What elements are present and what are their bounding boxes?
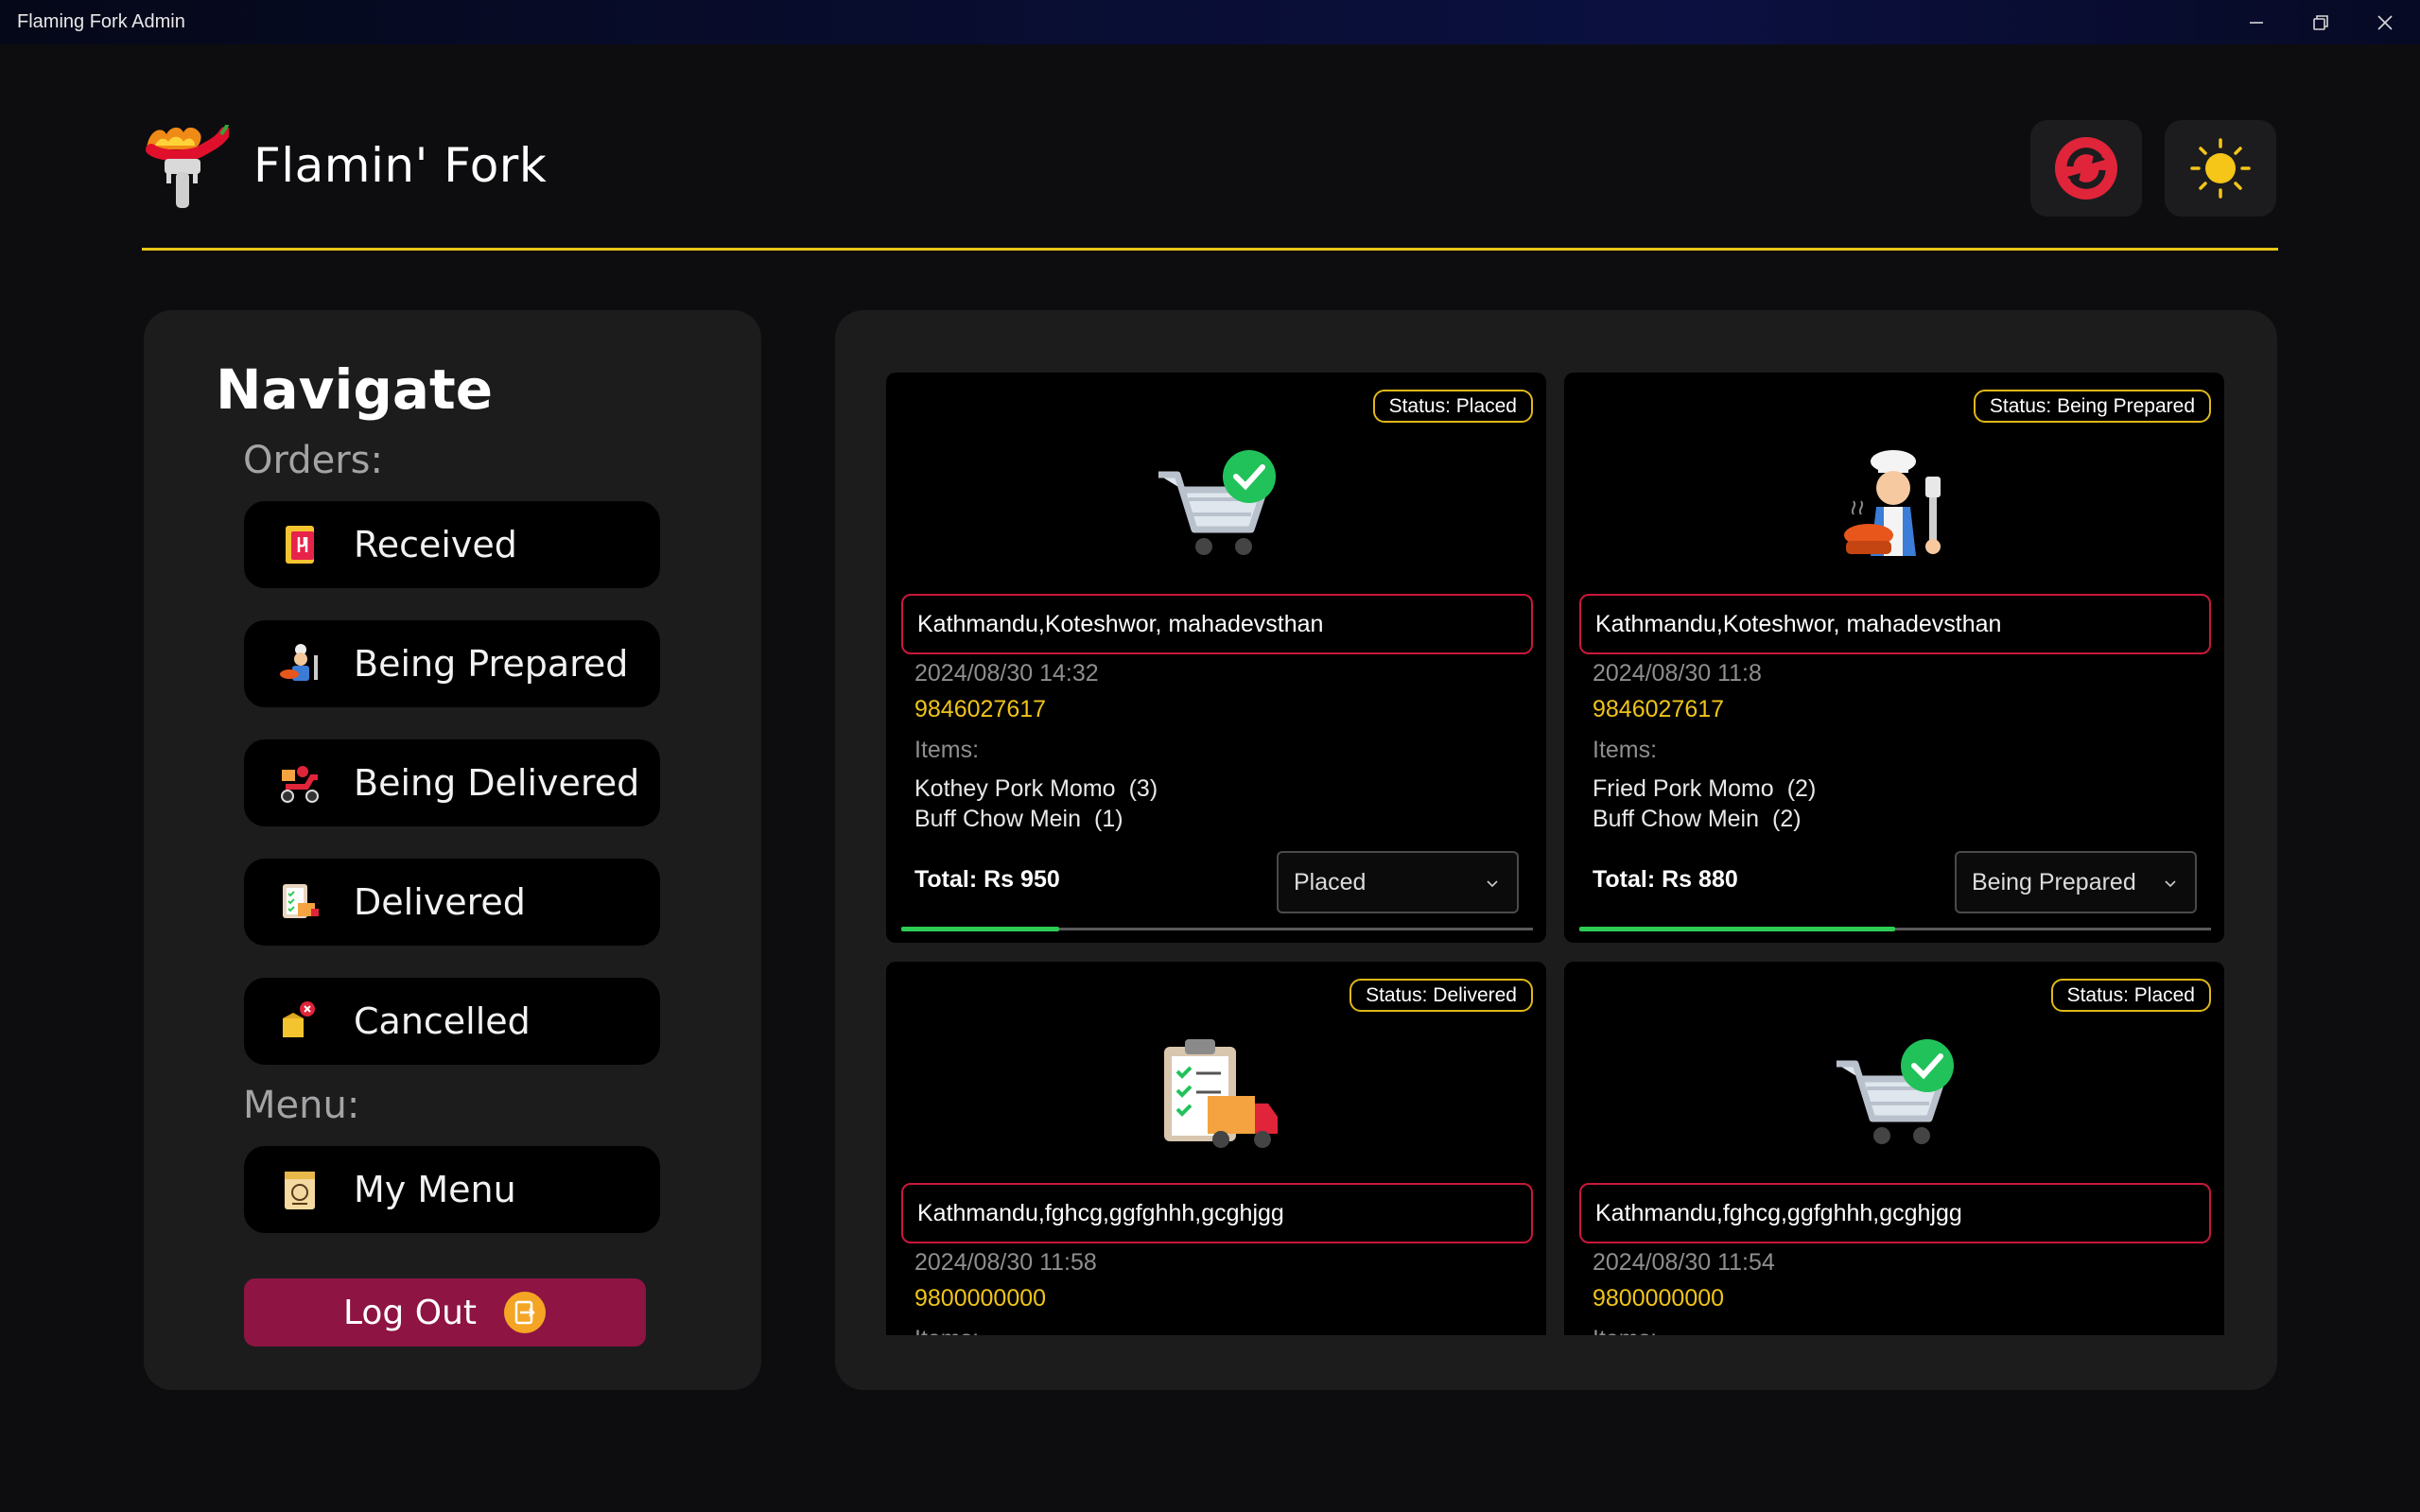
received-order-icon: [278, 523, 322, 566]
status-badge: Status: Delivered: [1349, 979, 1533, 1012]
orders-grid[interactable]: Status: Placed Kathmandu,Koteshwor, maha…: [886, 373, 2227, 1335]
order-progress-fill: [901, 927, 1059, 931]
sidebar-item-cancelled[interactable]: Cancelled: [244, 978, 660, 1065]
order-date: 2024/08/30 11:54: [1593, 1249, 1775, 1276]
order-address: Kathmandu,fghcg,ggfghhh,gcghjgg: [901, 1183, 1533, 1243]
delivered-clipboard-icon: [278, 880, 322, 924]
refresh-button[interactable]: [2030, 120, 2142, 217]
order-progress: [901, 927, 1533, 931]
cart-check-icon: [1829, 1037, 1961, 1156]
delivery-scooter-icon: [278, 761, 322, 805]
sidebar-item-label: Being Prepared: [354, 643, 629, 685]
theme-toggle-button[interactable]: [2165, 120, 2276, 217]
refresh-icon: [2055, 137, 2117, 200]
items-label: Items:: [914, 737, 980, 763]
status-badge: Status: Being Prepared: [1973, 390, 2211, 423]
header-divider: [142, 248, 2278, 251]
sidebar-item-label: Cancelled: [354, 1000, 531, 1042]
order-card: Status: Being Prepared Kathmandu,Koteshw…: [1564, 373, 2224, 943]
order-phone: 9846027617: [1593, 696, 1725, 722]
order-progress-fill: [1579, 927, 1895, 931]
sidebar-item-being-delivered[interactable]: Being Delivered: [244, 739, 660, 826]
cancelled-box-icon: [278, 999, 322, 1043]
order-address: Kathmandu,fghcg,ggfghhh,gcghjgg: [1579, 1183, 2211, 1243]
restore-icon: [2313, 14, 2328, 30]
menu-section-label: Menu:: [243, 1084, 360, 1127]
sidebar-item-my-menu[interactable]: My Menu: [244, 1146, 660, 1233]
logout-icon: [504, 1292, 546, 1333]
sidebar-item-label: Received: [354, 524, 517, 565]
order-card: Status: Placed Kathmandu,Koteshwor, maha…: [886, 373, 1546, 943]
sun-icon: [2190, 138, 2251, 199]
sidebar-item-label: Delivered: [354, 881, 526, 923]
order-address: Kathmandu,Koteshwor, mahadevsthan: [1579, 594, 2211, 654]
restore-button[interactable]: [2289, 0, 2353, 44]
order-item: Buff Chow Mein (1): [914, 806, 1123, 832]
window-titlebar: Flaming Fork Admin: [0, 0, 2420, 44]
order-address: Kathmandu,Koteshwor, mahadevsthan: [901, 594, 1533, 654]
logout-button[interactable]: Log Out: [244, 1278, 646, 1347]
items-label: Items:: [1593, 737, 1658, 763]
items-label: Items:: [1593, 1326, 1657, 1335]
chef-cooking-icon: [1829, 448, 1961, 566]
chevron-down-icon: [2165, 880, 2176, 888]
window-title: Flaming Fork Admin: [17, 11, 185, 32]
status-select-value: Placed: [1294, 868, 1367, 895]
order-date: 2024/08/30 14:32: [914, 660, 1099, 686]
sidebar-title: Navigate: [216, 357, 494, 422]
minimize-button[interactable]: [2224, 0, 2289, 44]
order-card: Status: Delivered Kathmandu,fghcg,ggfghh…: [886, 962, 1546, 1335]
clipboard-truck-icon: [1151, 1037, 1283, 1156]
status-select[interactable]: Being Prepared: [1955, 851, 2197, 913]
order-phone: 9846027617: [914, 696, 1047, 722]
order-date: 2024/08/30 11:8: [1593, 660, 1762, 686]
order-date: 2024/08/30 11:58: [914, 1249, 1097, 1276]
sidebar-item-label: My Menu: [354, 1169, 516, 1210]
brand-name: Flamin' Fork: [253, 138, 548, 193]
flaming-fork-logo: [142, 124, 231, 210]
order-item: Buff Chow Mein (2): [1593, 806, 1802, 832]
order-progress: [1579, 927, 2211, 931]
status-badge: Status: Placed: [2050, 979, 2211, 1012]
sidebar-item-label: Being Delivered: [354, 762, 640, 804]
logout-label: Log Out: [342, 1293, 477, 1332]
orders-section-label: Orders:: [243, 439, 383, 482]
sidebar-item-being-prepared[interactable]: Being Prepared: [244, 620, 660, 707]
status-badge: Status: Placed: [1372, 390, 1533, 423]
order-phone: 9800000000: [914, 1285, 1047, 1312]
close-button[interactable]: [2353, 0, 2417, 44]
items-label: Items:: [914, 1326, 979, 1335]
order-item: Kothey Pork Momo (3): [914, 775, 1158, 802]
status-select-value: Being Prepared: [1972, 868, 2136, 895]
status-select[interactable]: Placed: [1277, 851, 1519, 913]
sidebar-item-received[interactable]: Received: [244, 501, 660, 588]
order-card: Status: Placed Kathmandu,fghcg,ggfghhh,g…: [1564, 962, 2224, 1335]
chef-icon: [278, 642, 322, 686]
sidebar-item-delivered[interactable]: Delivered: [244, 859, 660, 946]
menu-card-icon: [278, 1168, 322, 1211]
order-phone: 9800000000: [1593, 1285, 1725, 1312]
order-total: Total: Rs 950: [914, 866, 1060, 893]
chevron-down-icon: [1487, 880, 1498, 888]
cart-check-icon: [1151, 448, 1283, 566]
close-icon: [2377, 14, 2393, 30]
order-total: Total: Rs 880: [1593, 866, 1738, 893]
minimize-icon: [2250, 21, 2263, 24]
order-item: Fried Pork Momo (2): [1593, 775, 1817, 802]
